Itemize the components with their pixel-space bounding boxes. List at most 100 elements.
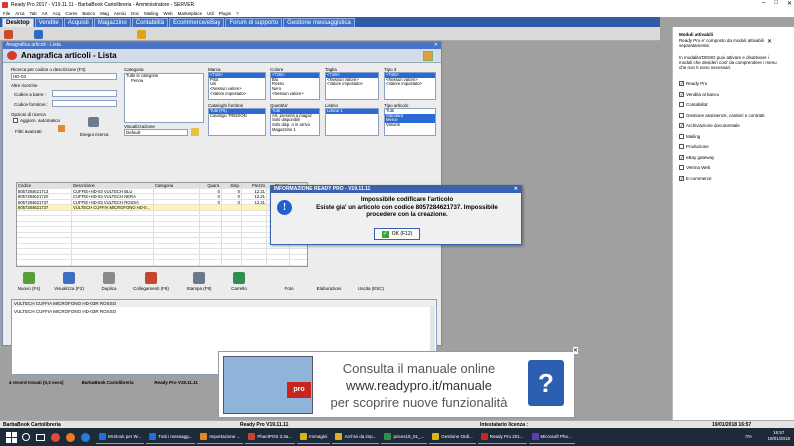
visualizza-button[interactable]: Visualizza (F2) (51, 269, 87, 297)
menu-item[interactable]: Banco (82, 11, 95, 16)
marca-list[interactable]: <Tutti> Pilot Uni <Nessun valore> <Valore im… (208, 72, 266, 100)
menu-item[interactable]: Art (42, 11, 48, 16)
language-indicator[interactable]: ITA (745, 434, 752, 439)
start-icon[interactable] (4, 430, 18, 444)
module-checkbox[interactable] (679, 112, 684, 118)
menu-item[interactable]: ? (236, 11, 239, 16)
articles-table[interactable]: Codice Descrizione Categoria Quant. Disp. Pre… (16, 182, 308, 267)
column-header[interactable]: Quant. (200, 183, 222, 188)
tab-ecommerce-ebay[interactable]: Ecommerce/eBay (169, 18, 225, 27)
taskbar-item[interactable]: prices19_01_... (381, 430, 428, 444)
menu-item[interactable]: Arca (15, 11, 24, 16)
toolbar-icon-3[interactable] (137, 30, 146, 39)
taskbar-item[interactable]: Gestione Ordi... (429, 430, 476, 444)
menu-item[interactable]: Util (207, 11, 214, 16)
taglia-list[interactable]: <Tutti> <Nessun valore> <Valore impostato> (325, 72, 379, 100)
edge-icon[interactable] (81, 432, 90, 442)
menu-item[interactable]: Cores (65, 11, 77, 16)
supplier-code-input[interactable] (52, 100, 117, 107)
search-icon[interactable] (22, 433, 30, 441)
tab-forum-di-supporto[interactable]: Forum di supporto (225, 18, 283, 27)
module-option[interactable]: Mailing (679, 133, 700, 139)
module-option[interactable]: ✓ Archiviazione documentale (679, 123, 740, 128)
module-checkbox[interactable] (679, 144, 684, 149)
menu-item[interactable]: Annici (114, 11, 126, 16)
module-option[interactable]: ✓ eBay gateway (679, 154, 714, 160)
search-run-icon[interactable] (88, 117, 99, 127)
taskbar-item[interactable]: Microsoft Pho... (528, 430, 575, 444)
column-header[interactable]: Codice (17, 183, 72, 188)
tab-gestione-messaggistica[interactable]: Gestione messaggistica (283, 18, 355, 27)
banner-close-icon[interactable]: ✕ (572, 347, 578, 354)
visualizzazione-select[interactable]: Default (124, 129, 188, 136)
categoria-tree[interactable]: Tutte le categorie Penna (124, 73, 204, 123)
taskbar-item[interactable]: Mr.Book per W... (96, 430, 145, 444)
categoria-item[interactable]: Penna (125, 78, 203, 84)
listino-option[interactable]: Listino 1 (326, 109, 378, 114)
module-checkbox[interactable] (679, 102, 684, 107)
anagrafica-close-icon[interactable]: ✕ (434, 42, 438, 49)
module-option[interactable]: Gestione assistenze, cantieri e contratt… (679, 112, 765, 118)
colore-list[interactable]: <Tutti> Blu Rosso Nero <Nessun valore> (270, 72, 320, 100)
search-input[interactable]: HD-03 (11, 73, 117, 80)
listino-list[interactable]: Listino 1 (325, 108, 379, 136)
firefox-icon[interactable] (66, 432, 75, 442)
tab-magazzino[interactable]: Magazzino (93, 18, 131, 27)
cataloghi-option[interactable]: Catalogo TREDION (209, 113, 265, 119)
module-option[interactable]: ✓ E-commerce (679, 175, 712, 181)
tipo3-option[interactable]: <Valore impostato> (385, 82, 435, 87)
tipo-articolo-option[interactable]: Varianti (385, 122, 435, 128)
module-checkbox[interactable]: ✓ (679, 91, 684, 97)
colore-option[interactable]: <Nessun valore> (271, 91, 319, 97)
menu-item[interactable]: Acq (53, 11, 61, 16)
tab-vendite[interactable]: Vendite (34, 18, 63, 27)
taskbar-item[interactable]: Importazione ... (197, 430, 244, 444)
duplica-button[interactable]: Duplica (91, 269, 127, 297)
menu-item[interactable]: File (3, 11, 10, 16)
menu-item[interactable]: Mag (100, 11, 109, 16)
ok-button[interactable]: ✓ OK (F12) (374, 228, 420, 240)
tab-contabilit-[interactable]: Contabilità (131, 18, 169, 27)
module-option[interactable]: Vetrina Web (679, 165, 710, 170)
clock-date[interactable]: 19/01/2018 (767, 436, 790, 442)
menu-item[interactable]: Web (163, 11, 172, 16)
tab-acquisti[interactable]: Acquisti (63, 18, 93, 27)
module-checkbox[interactable] (679, 133, 684, 139)
tab-desktop[interactable]: Desktop (2, 18, 34, 27)
advanced-filters-link[interactable]: Filtri avanzati (15, 129, 42, 134)
menu-item[interactable]: Tab (30, 11, 37, 16)
menu-item[interactable]: Marketplace (178, 11, 203, 16)
collegamenti-button[interactable]: Collegamenti (F8) (133, 269, 169, 297)
module-option[interactable]: Produzione (679, 144, 709, 149)
minimize-button[interactable]: – (762, 0, 765, 7)
toolbar-icon-2[interactable] (34, 30, 43, 39)
taskbar-item[interactable]: Tutti i messagg... (146, 430, 196, 444)
run-search-button[interactable]: Esegui ricerca (80, 132, 109, 137)
module-checkbox[interactable]: ✓ (679, 154, 684, 160)
cataloghi-list[interactable]: Tutti (F5) Catalogo TREDION (208, 108, 266, 136)
tipo-articolo-list[interactable]: Tutti Standard Merce Varianti (384, 108, 436, 136)
module-option[interactable]: Contabilita' (679, 102, 708, 107)
column-header[interactable]: Categoria (154, 183, 200, 188)
modules-close-icon[interactable]: ✕ (767, 38, 772, 45)
taskbar-item[interactable]: PhactPOS 3.3a... (245, 430, 296, 444)
close-button[interactable]: ✕ (787, 0, 792, 7)
chrome-icon[interactable] (51, 432, 60, 442)
toolbar-icon-1[interactable] (4, 30, 13, 39)
taskbar-item[interactable]: Ready Pro 201... (477, 430, 527, 444)
barcode-input[interactable] (52, 90, 117, 97)
elaborazioni-button[interactable]: Elaborazioni (309, 269, 349, 297)
column-header[interactable]: Prezzo (242, 183, 267, 188)
carrello-button[interactable]: Carrello (221, 269, 257, 297)
taskbar-item[interactable]: Archivi da imp... (332, 430, 380, 444)
module-option[interactable]: ✓ Ready Pro (679, 81, 707, 86)
filter-icon[interactable] (58, 125, 65, 132)
taglia-option[interactable]: <Valore impostato> (326, 82, 378, 87)
manual-banner[interactable]: ✕ pro Consulta il manuale online www.rea… (218, 347, 578, 418)
module-checkbox[interactable]: ✓ (679, 81, 684, 86)
module-checkbox[interactable] (679, 165, 684, 170)
column-header[interactable]: Disp. (222, 183, 242, 188)
visualizzazione-edit-icon[interactable] (191, 128, 199, 136)
module-checkbox[interactable]: ✓ (679, 175, 684, 181)
task-view-icon[interactable] (36, 433, 45, 441)
